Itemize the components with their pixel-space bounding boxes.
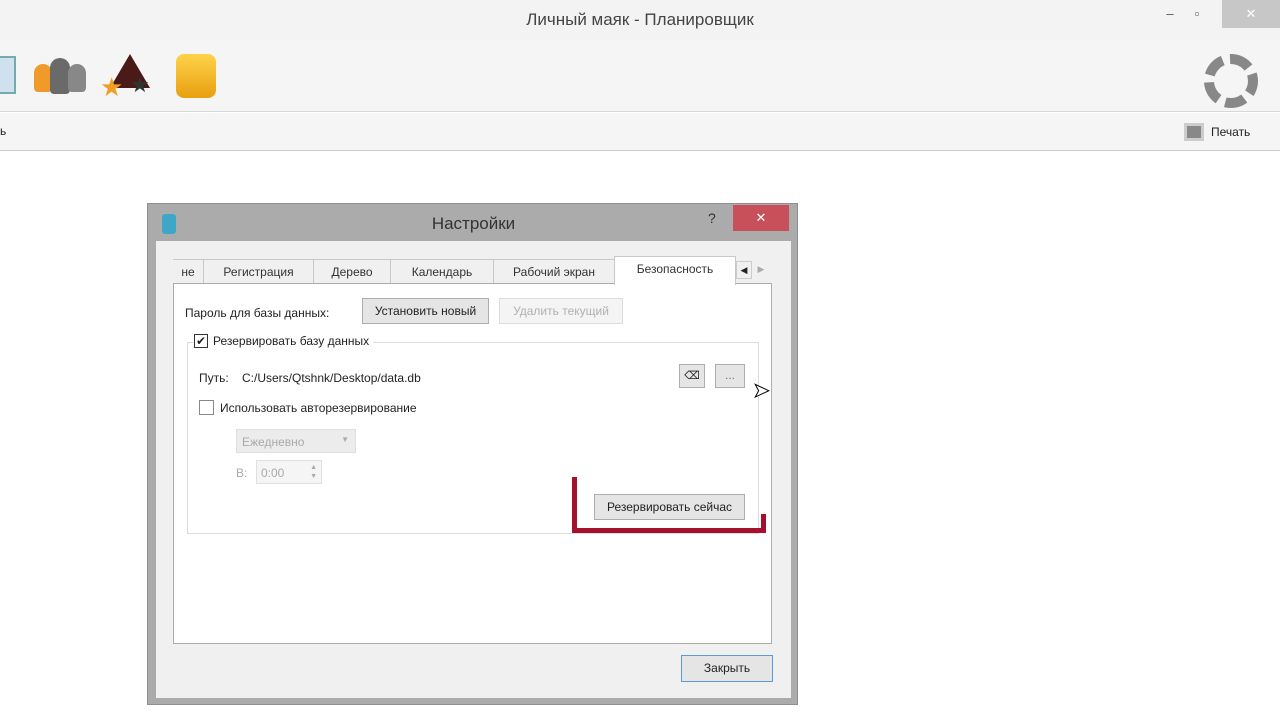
auto-backup-row[interactable]: Использовать авторезервирование (199, 400, 417, 415)
help-button[interactable]: ? (708, 210, 716, 226)
backup-checkbox[interactable]: ✔ (194, 334, 208, 348)
app-title-bar: Личный маяк - Планировщик – ▫ ✕ (0, 0, 1280, 40)
auto-backup-label: Использовать авторезервирование (220, 400, 417, 415)
dialog-close-button[interactable]: ✕ (733, 205, 789, 231)
dialog-title: Настройки (431, 214, 516, 233)
contacts-icon[interactable] (34, 54, 86, 96)
delete-password-button[interactable]: Удалить текущий (499, 298, 623, 324)
tab-calendar[interactable]: Календарь (390, 259, 494, 284)
tab-tree[interactable]: Дерево (313, 259, 391, 284)
backup-checkbox-row[interactable]: ✔ Резервировать базу данных (194, 334, 374, 348)
tab-desktop[interactable]: Рабочий экран (493, 259, 615, 284)
secondary-toolbar: ь Печать (0, 113, 1280, 151)
toolbar: ★ ★ (0, 40, 1280, 112)
toolbar-fragment-label: ь (0, 124, 7, 138)
path-label: Путь: (199, 371, 229, 385)
mouse-cursor-icon: ➤ (753, 380, 771, 403)
highlight-annotation-right (761, 514, 766, 533)
settings-dialog: Настройки ? ✕ не Регистрация Дерево Кале… (147, 203, 798, 705)
close-dialog-button[interactable]: Закрыть (681, 655, 773, 682)
print-button[interactable]: Печать (1182, 121, 1262, 143)
goals-icon[interactable]: ★ ★ (100, 54, 156, 102)
tab-scroll-left[interactable]: ◀ (736, 261, 752, 279)
tab-registration[interactable]: Регистрация (203, 259, 314, 284)
path-value: C:/Users/Qtshnk/Desktop/data.db (242, 371, 421, 385)
browse-path-button[interactable]: ... (715, 364, 745, 388)
tab-general[interactable]: не (173, 259, 204, 284)
backup-checkbox-label: Резервировать базу данных (213, 334, 370, 348)
print-label: Печать (1211, 125, 1251, 139)
settings-gear-icon[interactable] (1204, 54, 1258, 108)
time-label: В: (236, 466, 248, 480)
tab-scroll-right[interactable]: ▶ (754, 261, 768, 279)
tab-security[interactable]: Безопасность (614, 256, 736, 285)
frequency-value: Ежедневно (242, 435, 305, 449)
security-tab-panel: Пароль для базы данных: Установить новый… (173, 283, 772, 644)
close-window-button[interactable]: ✕ (1222, 0, 1280, 28)
highlight-annotation-bottom (572, 528, 766, 533)
time-value: 0:00 (261, 466, 285, 480)
app-title: Личный маяк - Планировщик (526, 10, 754, 29)
time-spinbox[interactable]: 0:00 ▲ ▼ (256, 460, 322, 484)
maximize-button[interactable]: ▫ (1177, 0, 1217, 28)
spin-arrows-icon[interactable]: ▲ ▼ (310, 463, 317, 481)
backup-now-button[interactable]: Резервировать сейчас (594, 494, 745, 520)
highlight-annotation-left (572, 477, 577, 532)
backspace-icon: ⌫ (684, 370, 700, 382)
finance-coins-icon[interactable] (176, 54, 216, 98)
notes-icon[interactable] (0, 56, 16, 94)
clear-path-button[interactable]: ⌫ (679, 364, 705, 388)
auto-backup-checkbox[interactable] (199, 400, 214, 415)
chevron-down-icon: ▼ (341, 435, 349, 444)
dialog-client: не Регистрация Дерево Календарь Рабочий … (156, 241, 791, 698)
frequency-select[interactable]: Ежедневно ▼ (236, 429, 356, 453)
printer-icon (1184, 123, 1204, 141)
set-new-password-button[interactable]: Установить новый (362, 298, 489, 324)
password-label: Пароль для базы данных: (185, 306, 330, 320)
